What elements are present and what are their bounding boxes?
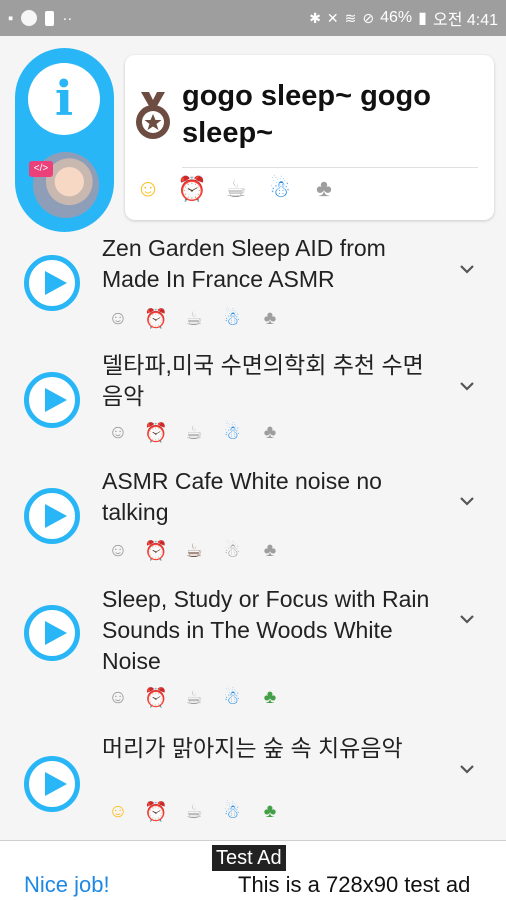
alarm-icon: ⏰ bbox=[144, 802, 168, 823]
chevron-down-icon[interactable] bbox=[456, 758, 478, 780]
coffee-icon: ☕ bbox=[185, 422, 203, 444]
chevron-down-icon[interactable] bbox=[456, 490, 478, 512]
list-item-title[interactable]: Zen Garden Sleep AID from Made In France… bbox=[102, 233, 432, 295]
list-item-icons: ☺ ⏰ ☕ ☃ ♣ bbox=[106, 800, 282, 824]
alarm-icon: ⏰ bbox=[177, 175, 207, 203]
wifi-icon: ≋ bbox=[344, 9, 357, 26]
list-item-icons: ☺ ⏰ ☕ ☃ ♣ bbox=[106, 686, 282, 710]
list-item-title[interactable]: 머리가 맑아지는 숲 속 치유음악 bbox=[102, 733, 432, 764]
play-button[interactable] bbox=[24, 756, 80, 812]
baby-icon: ☃ bbox=[223, 540, 241, 562]
list-item-icons: ☺ ⏰ ☕ ☃ ♣ bbox=[106, 421, 282, 445]
play-button[interactable] bbox=[24, 488, 80, 544]
page-title: gogo sleep~ gogo sleep~ bbox=[182, 80, 431, 149]
play-button[interactable] bbox=[24, 372, 80, 428]
alarm-icon: ⏰ bbox=[144, 309, 168, 330]
status-right-icons: ✱ ✕ ≋ ⊘ 46% ▮ 오전 4:41 bbox=[309, 6, 498, 30]
tree-icon: ♣ bbox=[263, 801, 277, 822]
list-item-icons: ☺ ⏰ ☕ ☃ ♣ bbox=[106, 307, 282, 331]
smile-icon: ☺ bbox=[108, 540, 128, 561]
baby-icon: ☃ bbox=[223, 422, 241, 444]
avatar-badge: </> bbox=[29, 161, 53, 177]
alarm-icon: ⏰ bbox=[144, 423, 168, 444]
list-item-icons: ☺ ⏰ ☕ ☃ ♣ bbox=[106, 539, 282, 563]
chevron-down-icon[interactable] bbox=[456, 258, 478, 280]
battery-icon: ▮ bbox=[418, 10, 427, 27]
list-item-title[interactable]: Sleep, Study or Focus with Rain Sounds i… bbox=[102, 584, 432, 677]
info-icon: i bbox=[54, 71, 74, 127]
card-divider bbox=[182, 167, 478, 168]
coffee-icon: ☕ bbox=[185, 801, 203, 823]
coffee-icon: ☕ bbox=[185, 308, 203, 330]
app-screen: ▪ ·· ✱ ✕ ≋ ⊘ 46% ▮ 오전 4:41 i </> gogo sl… bbox=[0, 0, 506, 900]
clock: 오전 4:41 bbox=[432, 12, 498, 29]
no-sim-icon: ⊘ bbox=[362, 9, 375, 26]
baby-icon: ☃ bbox=[223, 308, 241, 330]
list-item-title[interactable]: ASMR Cafe White noise no talking bbox=[102, 466, 432, 528]
baby-icon: ☃ bbox=[269, 175, 291, 203]
battery-text: 46% bbox=[380, 9, 413, 26]
baby-icon: ☃ bbox=[223, 801, 241, 823]
coffee-icon: ☕ bbox=[185, 540, 203, 562]
smile-icon: ☺ bbox=[108, 422, 128, 443]
coffee-icon: ☕ bbox=[225, 175, 247, 203]
lock-icon bbox=[45, 10, 55, 26]
smile-icon: ☺ bbox=[108, 308, 128, 329]
tree-icon: ♣ bbox=[263, 687, 277, 708]
alarm-icon: ⏰ bbox=[144, 541, 168, 562]
mute-icon: ✕ bbox=[326, 9, 339, 26]
ad-headline[interactable]: Nice job! bbox=[24, 872, 110, 898]
play-button[interactable] bbox=[24, 605, 80, 661]
tree-icon: ♣ bbox=[316, 175, 332, 202]
more-icon: ·· bbox=[62, 9, 73, 27]
alarm-icon: ⏰ bbox=[144, 688, 168, 709]
play-button[interactable] bbox=[24, 255, 80, 311]
tree-icon: ♣ bbox=[263, 422, 277, 443]
smile-icon: ☺ bbox=[108, 801, 128, 822]
chevron-down-icon[interactable] bbox=[456, 375, 478, 397]
ad-label: Test Ad bbox=[212, 845, 286, 871]
chevron-down-icon[interactable] bbox=[456, 608, 478, 630]
ad-body-text[interactable]: This is a 728x90 test ad bbox=[238, 872, 470, 898]
header-category-icons: ☺ ⏰ ☕ ☃ ♣ bbox=[133, 174, 339, 204]
coffee-icon: ☕ bbox=[185, 687, 203, 709]
app-icon bbox=[21, 10, 38, 26]
tree-icon: ♣ bbox=[263, 308, 277, 329]
list-item-title[interactable]: 델타파,미국 수면의학회 추천 수면음악 bbox=[102, 350, 432, 412]
bluetooth-icon: ✱ bbox=[309, 9, 321, 26]
baby-icon: ☃ bbox=[223, 687, 241, 709]
medal-icon bbox=[136, 92, 170, 139]
tree-icon: ♣ bbox=[263, 540, 277, 561]
status-left-icons: ▪ ·· bbox=[8, 10, 72, 27]
smile-icon: ☺ bbox=[135, 175, 161, 202]
status-bar: ▪ ·· ✱ ✕ ≋ ⊘ 46% ▮ 오전 4:41 bbox=[0, 0, 506, 36]
smile-icon: ☺ bbox=[108, 687, 128, 708]
android-icon: ▪ bbox=[8, 9, 14, 27]
info-button[interactable]: i bbox=[28, 63, 100, 135]
